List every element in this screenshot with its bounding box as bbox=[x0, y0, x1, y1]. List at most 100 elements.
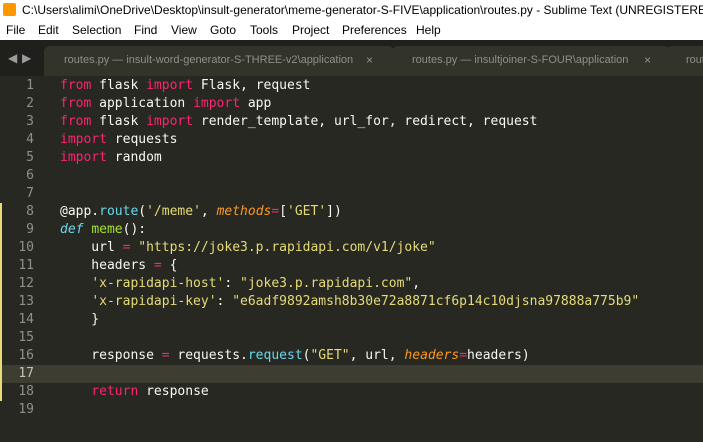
code-token: flask bbox=[91, 78, 147, 93]
code-token: url bbox=[60, 240, 123, 255]
code-line[interactable]: 1 from flask import Flask, request bbox=[0, 77, 703, 95]
menu-preferences[interactable]: Preferences bbox=[342, 20, 407, 40]
code-editor[interactable]: 1 from flask import Flask, request 2 from a… bbox=[0, 76, 703, 442]
menu-selection[interactable]: Selection bbox=[72, 20, 121, 40]
line-number: 14 bbox=[18, 312, 34, 327]
code-line[interactable]: 19 bbox=[0, 401, 703, 419]
code-token: meme bbox=[91, 222, 123, 237]
menu-tools[interactable]: Tools bbox=[250, 20, 278, 40]
sublime-text-icon bbox=[3, 3, 16, 16]
tab-close-icon[interactable]: × bbox=[366, 46, 373, 74]
code-token: from bbox=[60, 78, 92, 93]
code-token: (): bbox=[122, 222, 147, 237]
code-token: requests. bbox=[169, 348, 248, 363]
code-token: 'x-rapidapi-host' bbox=[91, 276, 225, 291]
code-line[interactable]: 12 'x-rapidapi-host': "joke3.p.rapidapi.… bbox=[0, 275, 703, 293]
line-number: 2 bbox=[26, 96, 34, 111]
code-token: response bbox=[138, 384, 209, 399]
code-token: Flask, request bbox=[193, 78, 311, 93]
code-token: = bbox=[153, 258, 162, 273]
tab-close-icon[interactable]: × bbox=[644, 46, 651, 74]
code-line[interactable]: 4 import requests bbox=[0, 131, 703, 149]
menu-project[interactable]: Project bbox=[292, 20, 329, 40]
code-text: } bbox=[60, 311, 99, 329]
code-token: : bbox=[216, 294, 233, 309]
code-token: [ bbox=[279, 204, 288, 219]
code-text: import requests bbox=[60, 131, 177, 149]
line-number: 6 bbox=[26, 168, 34, 183]
code-token: "GET" bbox=[310, 348, 350, 363]
menu-file[interactable]: File bbox=[6, 20, 25, 40]
code-token: , bbox=[200, 204, 217, 219]
line-number: 18 bbox=[18, 384, 34, 399]
tab-label: routes.py — insultjoiner-S-FOUR\applicat… bbox=[412, 54, 629, 66]
line-number: 11 bbox=[18, 258, 34, 273]
menu-edit[interactable]: Edit bbox=[38, 20, 59, 40]
tab-routes-s-three[interactable]: routes.py — insult-word-generator-S-THRE… bbox=[44, 46, 394, 76]
tab-prev-icon[interactable]: ◀ bbox=[8, 40, 17, 76]
code-text: def meme(): bbox=[60, 221, 146, 239]
code-token: , bbox=[412, 276, 421, 291]
code-text: 'x-rapidapi-key': "e6adf9892amsh8b30e72a… bbox=[60, 293, 639, 311]
code-text: from flask import Flask, request bbox=[60, 77, 310, 95]
code-line[interactable]: 11 headers = { bbox=[0, 257, 703, 275]
code-token: from bbox=[60, 114, 92, 129]
code-token: ]) bbox=[326, 204, 342, 219]
code-line[interactable]: 18 return response bbox=[0, 383, 703, 401]
code-line[interactable]: 3 from flask import render_template, url_… bbox=[0, 113, 703, 131]
code-token: : bbox=[224, 276, 241, 291]
code-line[interactable]: 2 from application import app bbox=[0, 95, 703, 113]
code-text: headers = { bbox=[60, 257, 177, 275]
code-token: "joke3.p.rapidapi.com" bbox=[240, 276, 413, 291]
menu-view[interactable]: View bbox=[171, 20, 197, 40]
code-line[interactable]: 5 import random bbox=[0, 149, 703, 167]
code-text: from application import app bbox=[60, 95, 271, 113]
code-token: } bbox=[60, 312, 100, 327]
code-line[interactable]: 8 @app.route('/meme', methods=['GET']) bbox=[0, 203, 703, 221]
code-line[interactable]: 10 url = "https://joke3.p.rapidapi.com/v… bbox=[0, 239, 703, 257]
tab-routes-active[interactable]: routes.py bbox=[666, 46, 703, 76]
tab-next-icon[interactable]: ▶ bbox=[22, 40, 31, 76]
menu-help[interactable]: Help bbox=[416, 20, 441, 40]
tab-navigation: ◀ ▶ bbox=[0, 40, 44, 76]
code-token: import bbox=[60, 132, 107, 147]
code-text: return response bbox=[60, 383, 209, 401]
menu-bar: File Edit Selection Find View Goto Tools… bbox=[0, 20, 703, 40]
code-token: application bbox=[91, 96, 194, 111]
code-token: headers bbox=[60, 258, 154, 273]
code-line[interactable]: 7 bbox=[0, 185, 703, 203]
line-number: 16 bbox=[18, 348, 34, 363]
line-number: 12 bbox=[18, 276, 34, 291]
code-token: "e6adf9892amsh8b30e72a8871cf6p14c10djsna… bbox=[232, 294, 640, 309]
code-token: @app. bbox=[60, 204, 100, 219]
code-token: = bbox=[271, 204, 280, 219]
code-line[interactable]: 13 'x-rapidapi-key': "e6adf9892amsh8b30e… bbox=[0, 293, 703, 311]
code-text: 'x-rapidapi-host': "joke3.p.rapidapi.com… bbox=[60, 275, 420, 293]
code-token: import bbox=[146, 78, 194, 93]
code-token: , url, bbox=[349, 348, 405, 363]
code-line[interactable]: 6 bbox=[0, 167, 703, 185]
tab-bar: ◀ ▶ routes.py — insult-word-generator-S-… bbox=[0, 40, 703, 76]
code-token: = bbox=[459, 348, 468, 363]
code-line[interactable]: 16 response = requests.request("GET", ur… bbox=[0, 347, 703, 365]
code-text: response = requests.request("GET", url, … bbox=[60, 347, 529, 365]
code-line[interactable]: 14 } bbox=[0, 311, 703, 329]
code-line[interactable]: 15 bbox=[0, 329, 703, 347]
code-line[interactable]: 17 bbox=[0, 365, 703, 383]
line-number: 3 bbox=[26, 114, 34, 129]
code-token: = bbox=[161, 348, 170, 363]
code-token: return bbox=[91, 384, 139, 399]
code-line[interactable]: 9 def meme(): bbox=[0, 221, 703, 239]
tab-routes-s-four[interactable]: routes.py — insultjoiner-S-FOUR\applicat… bbox=[392, 46, 670, 76]
menu-goto[interactable]: Goto bbox=[210, 20, 236, 40]
code-token: { bbox=[161, 258, 178, 273]
code-token: import bbox=[146, 114, 194, 129]
code-text: import random bbox=[60, 149, 162, 167]
line-number: 9 bbox=[26, 222, 34, 237]
line-number: 4 bbox=[26, 132, 34, 147]
code-token: response bbox=[60, 348, 162, 363]
menu-find[interactable]: Find bbox=[134, 20, 157, 40]
code-token: render_template, url_for, redirect, requ… bbox=[193, 114, 538, 129]
code-token: flask bbox=[91, 114, 147, 129]
